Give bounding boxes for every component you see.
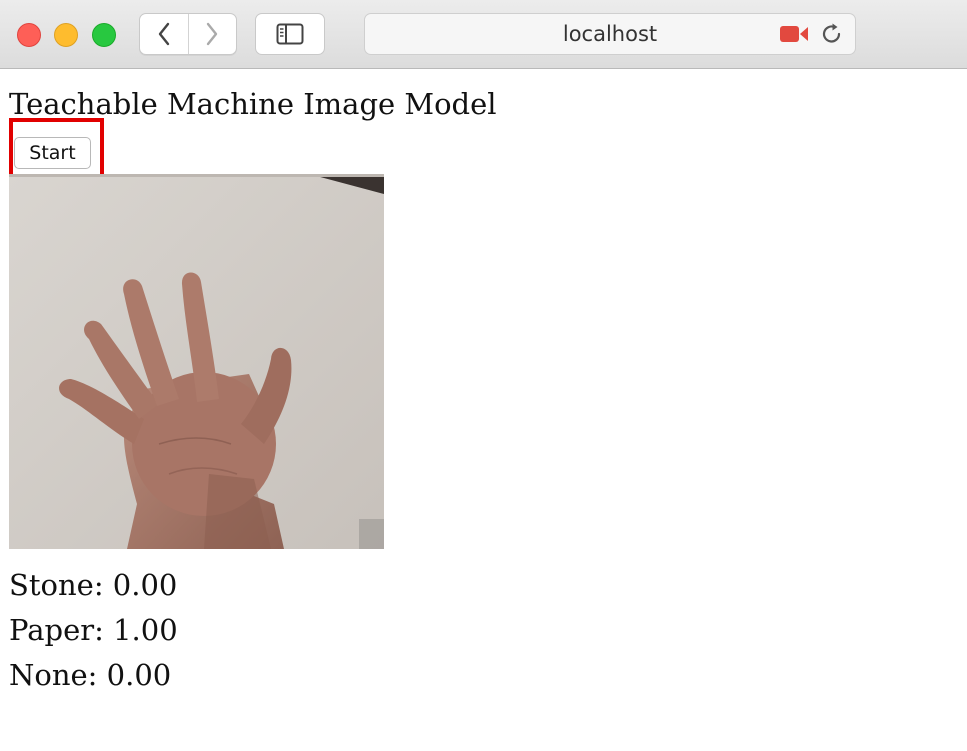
minimize-window-button[interactable] (54, 23, 78, 47)
zoom-window-button[interactable] (92, 23, 116, 47)
camera-recording-icon[interactable] (779, 24, 809, 44)
label-paper: Paper: 1.00 (9, 613, 178, 647)
forward-button[interactable] (187, 14, 236, 54)
forward-chevron-icon (207, 22, 218, 46)
page-title: Teachable Machine Image Model (9, 87, 497, 121)
close-window-button[interactable] (17, 23, 41, 47)
sidebar-toggle-button[interactable] (255, 13, 325, 55)
label-stone: Stone: 0.00 (9, 568, 178, 602)
prediction-labels: Stone: 0.00 Paper: 1.00 None: 0.00 (9, 563, 178, 698)
webcam-canvas (9, 174, 384, 549)
back-chevron-icon (158, 22, 170, 46)
browser-toolbar: localhost (0, 0, 967, 69)
address-bar[interactable]: localhost (364, 13, 856, 55)
start-button[interactable]: Start (14, 137, 91, 169)
label-none: None: 0.00 (9, 658, 172, 692)
reload-icon[interactable] (820, 22, 844, 46)
navigation-buttons (139, 13, 237, 55)
sidebar-icon (276, 23, 304, 45)
back-button[interactable] (140, 14, 188, 54)
